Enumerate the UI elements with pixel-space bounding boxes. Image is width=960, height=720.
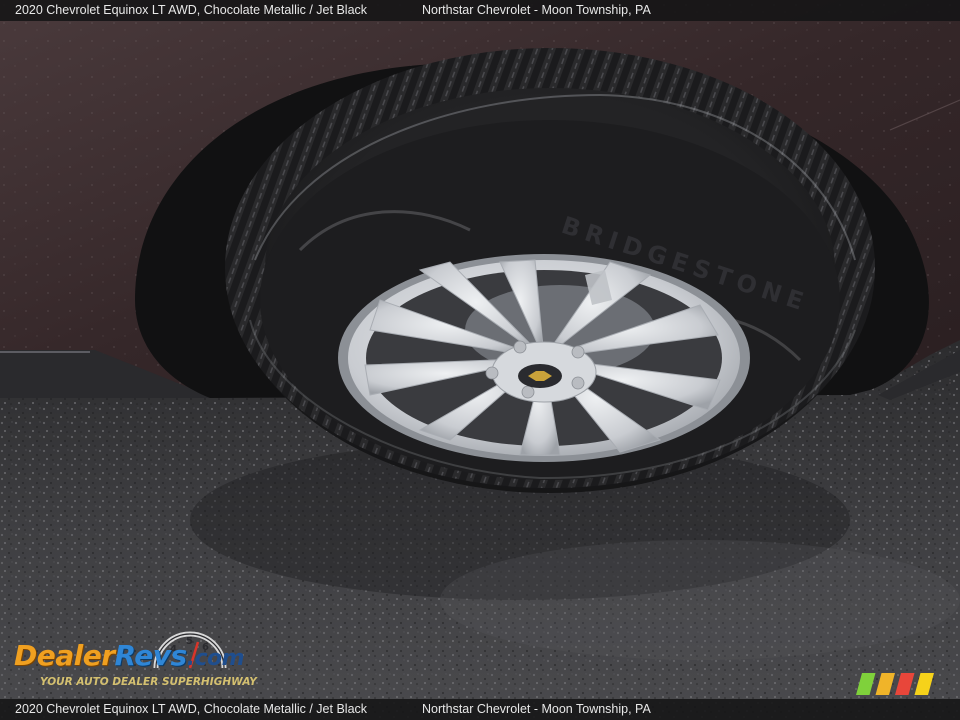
brand-stripe [856,673,876,695]
vehicle-caption: 2020 Chevrolet Equinox LT AWD, Chocolate… [15,702,368,716]
wheel-photo: BRIDGESTONE [0,0,960,720]
brand-stripes-logo [856,673,934,695]
dealer-caption: Northstar Chevrolet - Moon Township, PA [422,3,651,17]
dealerrevs-logo: DealerRevs.com [14,639,245,675]
watermark-tagline: YOUR AUTO DEALER SUPERHIGHWAY [40,676,257,688]
logo-part-com: .com [186,646,245,671]
brand-stripe [875,673,895,695]
caption-bar-top: 2020 Chevrolet Equinox LT AWD, Chocolate… [0,0,960,21]
logo-part-revs: Revs [114,639,188,672]
photo-stage: BRIDGESTONE 2020 Chevrolet Equinox LT AW… [0,0,960,720]
dealer-caption: Northstar Chevrolet - Moon Township, PA [422,702,651,716]
brand-stripe [914,673,934,695]
brand-stripe [895,673,915,695]
caption-bar-bottom: 2020 Chevrolet Equinox LT AWD, Chocolate… [0,699,960,720]
vehicle-caption: 2020 Chevrolet Equinox LT AWD, Chocolate… [15,3,368,17]
dealerrevs-watermark: 4 5 6 DealerRevs.com YOUR AUTO DEALER SU… [12,624,268,696]
logo-part-dealer: Dealer [14,639,115,672]
